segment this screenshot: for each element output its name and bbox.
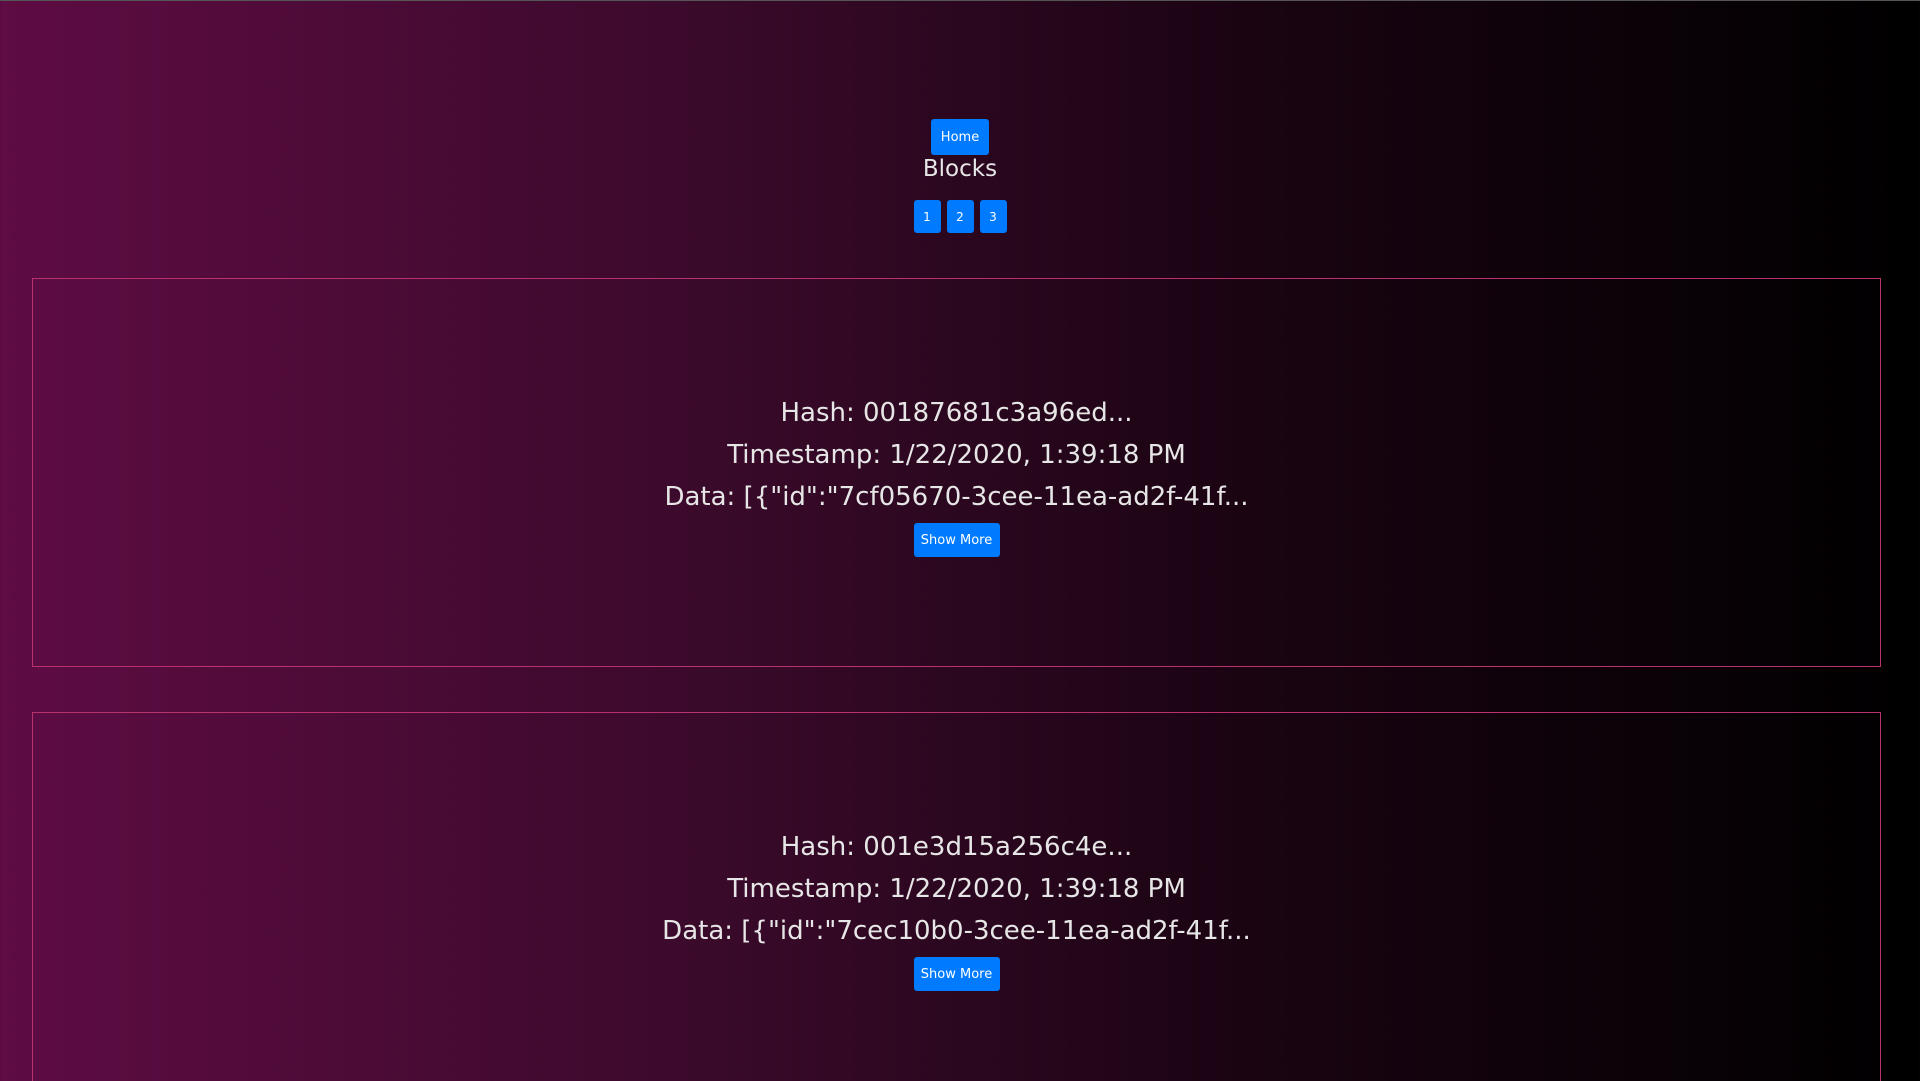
- block-card: Hash: 001e3d15a256c4e... Timestamp: 1/22…: [32, 712, 1881, 1081]
- page-1-button[interactable]: 1: [913, 200, 941, 233]
- page-2-button[interactable]: 2: [946, 200, 974, 233]
- show-more-button[interactable]: Show More: [913, 957, 1000, 991]
- show-more-button[interactable]: Show More: [913, 523, 1000, 557]
- block-data: Data: [{"id":"7cec10b0-3cee-11ea-ad2f-41…: [662, 916, 1251, 946]
- page-3-button[interactable]: 3: [979, 200, 1007, 233]
- block-details: Hash: 00187681c3a96ed... Timestamp: 1/22…: [33, 392, 1880, 557]
- block-details: Hash: 001e3d15a256c4e... Timestamp: 1/22…: [33, 826, 1880, 991]
- home-button[interactable]: Home: [931, 119, 989, 155]
- block-hash: Hash: 001e3d15a256c4e...: [780, 832, 1133, 862]
- block-timestamp: Timestamp: 1/22/2020, 1:39:18 PM: [727, 440, 1186, 470]
- page-title: Blocks: [922, 156, 998, 182]
- block-hash: Hash: 00187681c3a96ed...: [780, 398, 1133, 428]
- block-timestamp: Timestamp: 1/22/2020, 1:39:18 PM: [727, 874, 1186, 904]
- block-data: Data: [{"id":"7cf05670-3cee-11ea-ad2f-41…: [664, 482, 1249, 512]
- block-card: Hash: 00187681c3a96ed... Timestamp: 1/22…: [32, 278, 1881, 667]
- pagination: 1 2 3: [0, 200, 1920, 233]
- top-nav: Home: [0, 119, 1920, 155]
